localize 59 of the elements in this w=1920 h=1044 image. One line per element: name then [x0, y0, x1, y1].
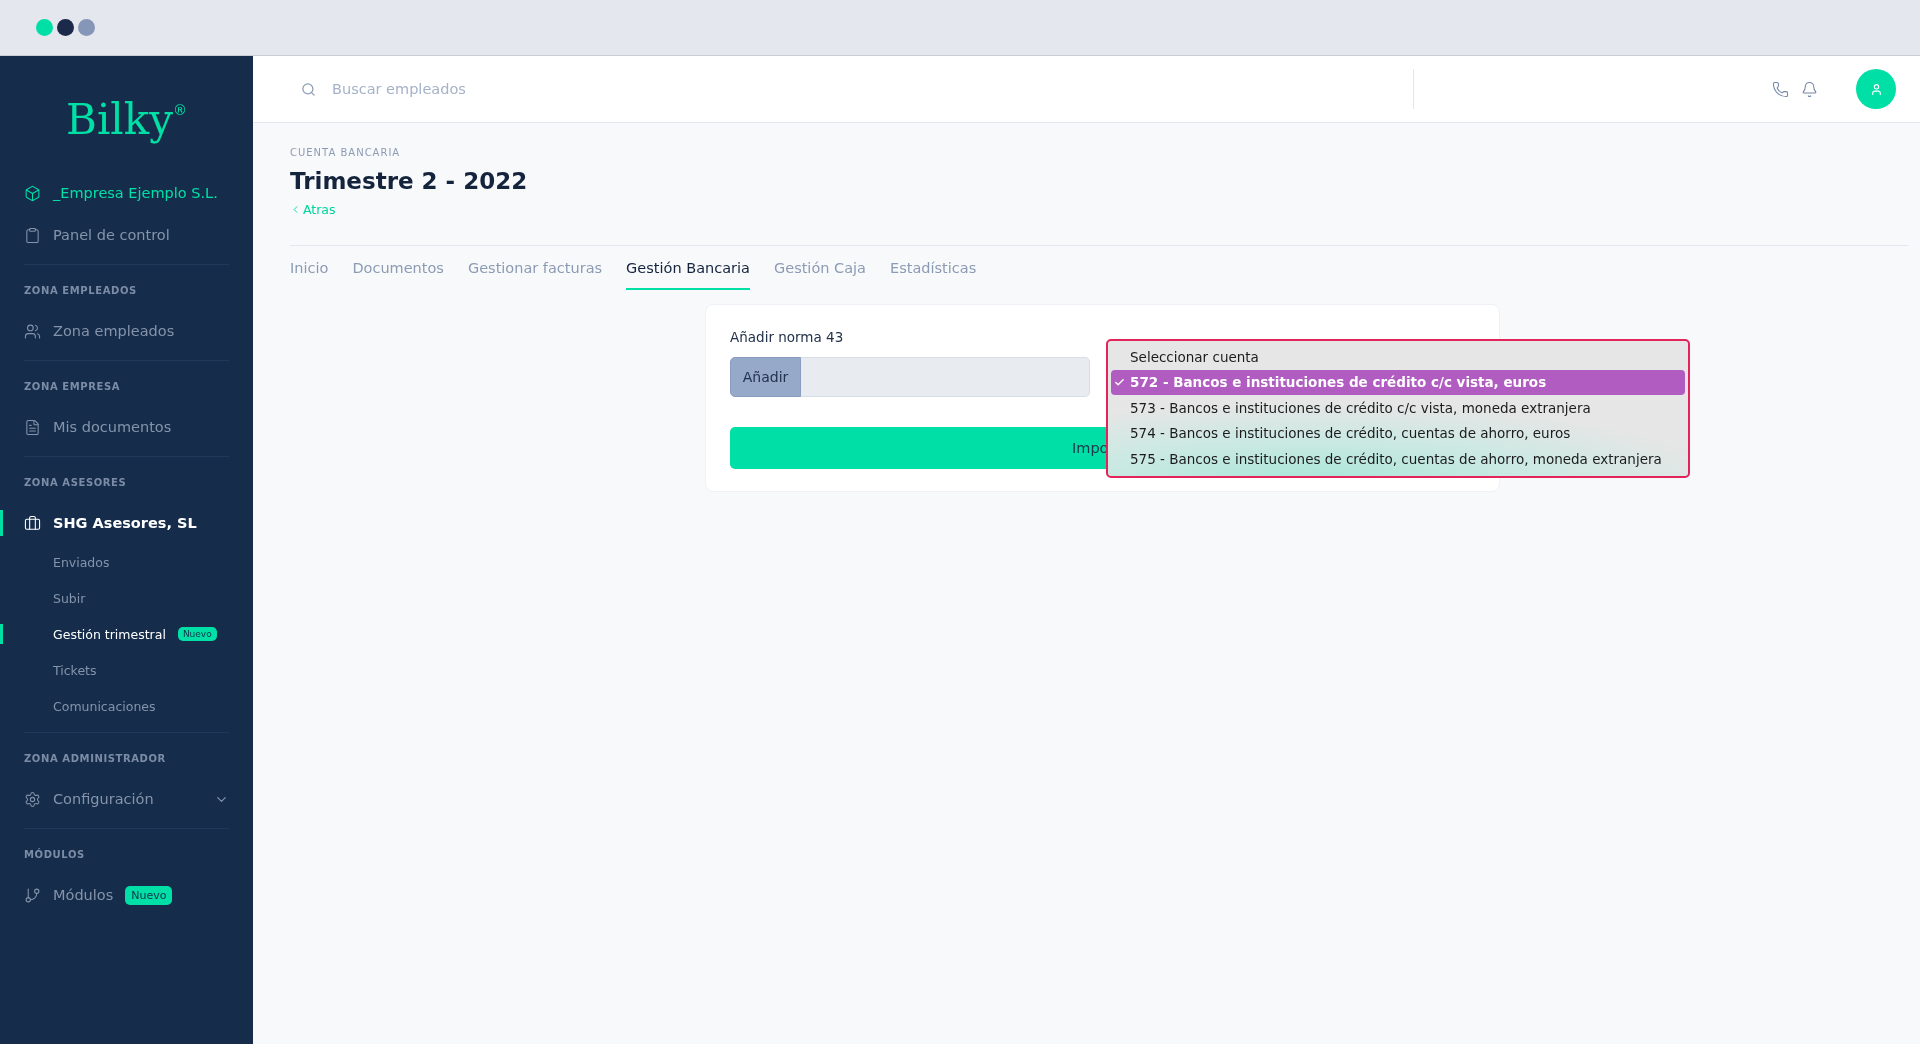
settings-icon [24, 790, 41, 808]
item-label: Tickets [53, 662, 97, 678]
section-label: ZONA EMPRESA [24, 381, 122, 392]
dropdown-option[interactable]: Seleccionar cuenta [1111, 344, 1685, 370]
field-label: Añadir norma 43 [730, 329, 845, 345]
sidebar-item[interactable]: Enviados [24, 544, 229, 580]
page-title: Trimestre 2 - 2022 [290, 168, 529, 194]
cube-icon [24, 184, 41, 202]
sidebar-item[interactable]: Mis documentos [24, 406, 229, 448]
item-label: Enviados [53, 554, 110, 570]
item-label: Zona empleados [53, 323, 175, 339]
document-icon [24, 418, 41, 436]
section-label: ZONA ASESORES [24, 477, 128, 488]
item-label: Mis documentos [53, 419, 172, 435]
sidebar-item[interactable]: Subir [24, 580, 229, 616]
tab[interactable]: Gestionar facturas [467, 260, 603, 290]
add-button[interactable]: Añadir [730, 357, 801, 397]
section-label: MÓDULOS [24, 849, 86, 860]
page-eyebrow: CUENTA BANCARIA [290, 147, 402, 158]
registered-mark: ® [172, 102, 187, 118]
briefcase-icon [24, 514, 41, 532]
new-badge: Nuevo [177, 627, 217, 641]
user-avatar[interactable] [1856, 69, 1896, 109]
search-icon [301, 81, 316, 97]
file-field[interactable] [801, 357, 1090, 397]
dropdown-option[interactable]: 573 - Bancos e instituciones de crédito c/c vista, moneda extranjera [1111, 395, 1685, 421]
sidebar-item[interactable]: Configuración [24, 778, 229, 820]
sidebar-item[interactable]: _Empresa Ejemplo S.L. [24, 172, 229, 214]
sidebar-item[interactable]: Módulos Nuevo [24, 874, 229, 916]
window-control[interactable] [57, 19, 74, 36]
sidebar-item[interactable]: Tickets [24, 652, 229, 688]
item-label: Módulos [53, 887, 114, 903]
item-label: Subir [53, 590, 86, 606]
tab[interactable]: Inicio [290, 260, 329, 290]
bell-icon[interactable] [1801, 80, 1818, 98]
search-field[interactable]: Buscar empleados [330, 80, 630, 98]
check-icon [1114, 376, 1125, 388]
item-label: Gestión trimestral [53, 626, 166, 642]
logo: Bilky [66, 94, 173, 144]
branch-icon [24, 886, 41, 904]
item-label: _Empresa Ejemplo S.L. [53, 185, 218, 201]
users-icon [24, 322, 41, 340]
item-label: Panel de control [53, 227, 170, 243]
new-badge: Nuevo [125, 885, 173, 905]
item-label: Comunicaciones [53, 698, 156, 714]
dropdown-option[interactable]: 572 - Bancos e instituciones de crédito c/c vista, euros [1111, 369, 1685, 395]
sidebar-item[interactable]: Comunicaciones [24, 688, 229, 724]
section-label: ZONA ADMINISTRADOR [24, 753, 167, 764]
clipboard-icon [24, 226, 41, 244]
sidebar-item[interactable]: Panel de control [24, 214, 229, 256]
tab[interactable]: Gestión Caja [773, 260, 866, 290]
item-label: Configuración [53, 791, 154, 807]
tab[interactable]: Gestión Bancaria [626, 260, 750, 290]
tab[interactable]: Documentos [352, 260, 444, 290]
section-label: ZONA EMPLEADOS [24, 285, 138, 296]
tab[interactable]: Estadísticas [890, 260, 977, 290]
item-label: SHG Asesores, SL [53, 515, 197, 531]
sidebar-item[interactable]: Zona empleados [24, 310, 229, 352]
phone-icon[interactable] [1772, 80, 1789, 98]
